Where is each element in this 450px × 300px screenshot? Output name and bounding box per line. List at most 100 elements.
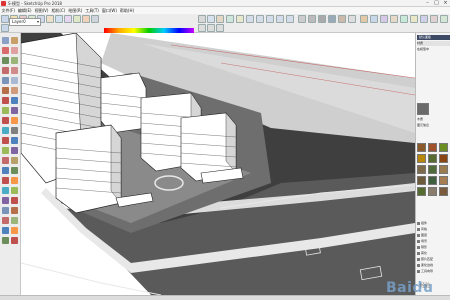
warehouse-icon[interactable] — [370, 15, 378, 23]
sandbox-icon[interactable] — [2, 207, 9, 214]
zoom-tool-icon[interactable] — [216, 15, 224, 23]
position-camera-icon[interactable] — [2, 187, 9, 194]
rectangle-tool-icon[interactable] — [46, 15, 54, 23]
menu-window[interactable]: 窗口(W) — [100, 7, 118, 14]
protractor-icon[interactable] — [2, 137, 9, 144]
instructor-panel[interactable]: 工具向导 — [421, 269, 449, 273]
tape-measure-icon[interactable] — [2, 127, 9, 134]
material-swatch[interactable] — [417, 176, 426, 185]
push-pull-tool-icon[interactable] — [55, 15, 63, 23]
offset-tool-icon[interactable] — [82, 15, 90, 23]
union-icon[interactable] — [2, 227, 9, 234]
axes-icon[interactable] — [2, 147, 9, 154]
close-icon[interactable]: × — [441, 0, 450, 7]
material-swatch[interactable] — [417, 143, 426, 152]
standard-open-icon[interactable] — [207, 24, 215, 32]
trim-icon[interactable] — [2, 237, 9, 244]
menu-edit[interactable]: 编辑(E) — [16, 7, 33, 14]
hidden-line-style-icon[interactable] — [318, 15, 326, 23]
push-pull-icon[interactable] — [11, 97, 18, 104]
layers-panel[interactable]: 图层 — [421, 233, 449, 237]
default-tray-header[interactable]: 默认面板 — [417, 35, 450, 40]
model-viewport[interactable] — [21, 33, 415, 295]
fog-icon[interactable] — [420, 15, 428, 23]
textured-style-icon[interactable] — [338, 15, 346, 23]
3d-text-icon[interactable] — [11, 147, 18, 154]
back-view-icon[interactable] — [276, 15, 284, 23]
scenes-panel[interactable]: 场景 — [421, 239, 449, 243]
menu-tools[interactable]: 工具(T) — [84, 7, 101, 14]
styles-panel[interactable]: 风格 — [421, 227, 449, 231]
arc-icon[interactable] — [2, 67, 9, 74]
previous-view-icon[interactable] — [11, 177, 18, 184]
tape-tool-icon[interactable] — [91, 15, 99, 23]
material-swatch[interactable] — [439, 154, 448, 163]
rotate-icon[interactable] — [2, 107, 9, 114]
menu-draw[interactable]: 绘图(R) — [67, 7, 84, 14]
material-swatch[interactable] — [417, 165, 426, 174]
select-icon[interactable] — [2, 37, 9, 44]
subtract-icon[interactable] — [11, 227, 18, 234]
text-icon[interactable] — [11, 137, 18, 144]
select-tool-icon[interactable] — [1, 15, 9, 23]
paint-bucket-icon[interactable] — [2, 47, 9, 54]
material-swatch[interactable] — [428, 176, 437, 185]
soften-edges-panel[interactable]: 柔化边线 — [421, 263, 449, 267]
materials-panel-title[interactable]: 材质 — [417, 41, 450, 46]
components-panel[interactable]: 组件 — [421, 221, 449, 225]
move-icon[interactable] — [2, 97, 9, 104]
move-tool-icon[interactable] — [64, 15, 72, 23]
section-icon[interactable] — [11, 197, 18, 204]
orbit-icon[interactable] — [2, 157, 9, 164]
rotated-rectangle-icon[interactable] — [11, 77, 18, 84]
menu-camera[interactable]: 相机(C) — [50, 7, 67, 14]
layer-dropdown[interactable]: Layer0 ▾ — [9, 18, 41, 26]
eraser-icon[interactable] — [11, 47, 18, 54]
offset-icon[interactable] — [11, 117, 18, 124]
look-around-icon[interactable] — [2, 197, 9, 204]
zoom-extents-left-icon[interactable] — [2, 177, 9, 184]
help-icon[interactable] — [440, 15, 448, 23]
solid-tools-icon[interactable] — [11, 207, 18, 214]
standard-new-icon[interactable] — [198, 24, 206, 32]
top-view-icon[interactable] — [246, 15, 254, 23]
shaded-style-icon[interactable] — [328, 15, 336, 23]
follow-me-icon[interactable] — [11, 107, 18, 114]
intersect-icon[interactable] — [11, 217, 18, 224]
freehand-icon[interactable] — [11, 57, 18, 64]
right-view-icon[interactable] — [266, 15, 274, 23]
zoom-window-icon[interactable] — [11, 167, 18, 174]
scale-icon[interactable] — [2, 117, 9, 124]
polygon-icon[interactable] — [11, 87, 18, 94]
match-photo-panel[interactable]: 照片匹配 — [421, 257, 449, 261]
zoom-extents-icon[interactable] — [226, 15, 234, 23]
model-canvas[interactable] — [21, 33, 415, 295]
menu-help[interactable]: 帮助(H) — [118, 7, 135, 14]
zoom-icon[interactable] — [2, 167, 9, 174]
walk-icon[interactable] — [11, 187, 18, 194]
entity-info-label[interactable]: 图元信息 — [417, 123, 450, 128]
circle-icon[interactable] — [2, 87, 9, 94]
rotate-tool-icon[interactable] — [73, 15, 81, 23]
materials-in-model[interactable]: 在模型中 — [417, 47, 450, 52]
pie-icon[interactable] — [11, 67, 18, 74]
material-swatch[interactable] — [417, 187, 426, 196]
extension-icon[interactable] — [380, 15, 388, 23]
material-swatch[interactable] — [428, 154, 437, 163]
pan-tool-icon[interactable] — [207, 15, 215, 23]
rectangle-icon[interactable] — [2, 77, 9, 84]
material-swatch[interactable] — [439, 187, 448, 196]
standard-save-icon[interactable] — [216, 24, 224, 32]
split-icon[interactable] — [11, 237, 18, 244]
material-swatch[interactable] — [428, 165, 437, 174]
line-icon[interactable] — [2, 57, 9, 64]
material-swatch[interactable] — [439, 143, 448, 152]
material-swatch[interactable] — [428, 143, 437, 152]
layout-icon[interactable] — [390, 15, 398, 23]
monochrome-style-icon[interactable] — [348, 15, 356, 23]
wireframe-style-icon[interactable] — [308, 15, 316, 23]
section-plane-icon[interactable] — [360, 15, 368, 23]
minimize-icon[interactable]: – — [423, 0, 432, 7]
scenes-icon[interactable] — [430, 15, 438, 23]
pan-icon[interactable] — [11, 157, 18, 164]
